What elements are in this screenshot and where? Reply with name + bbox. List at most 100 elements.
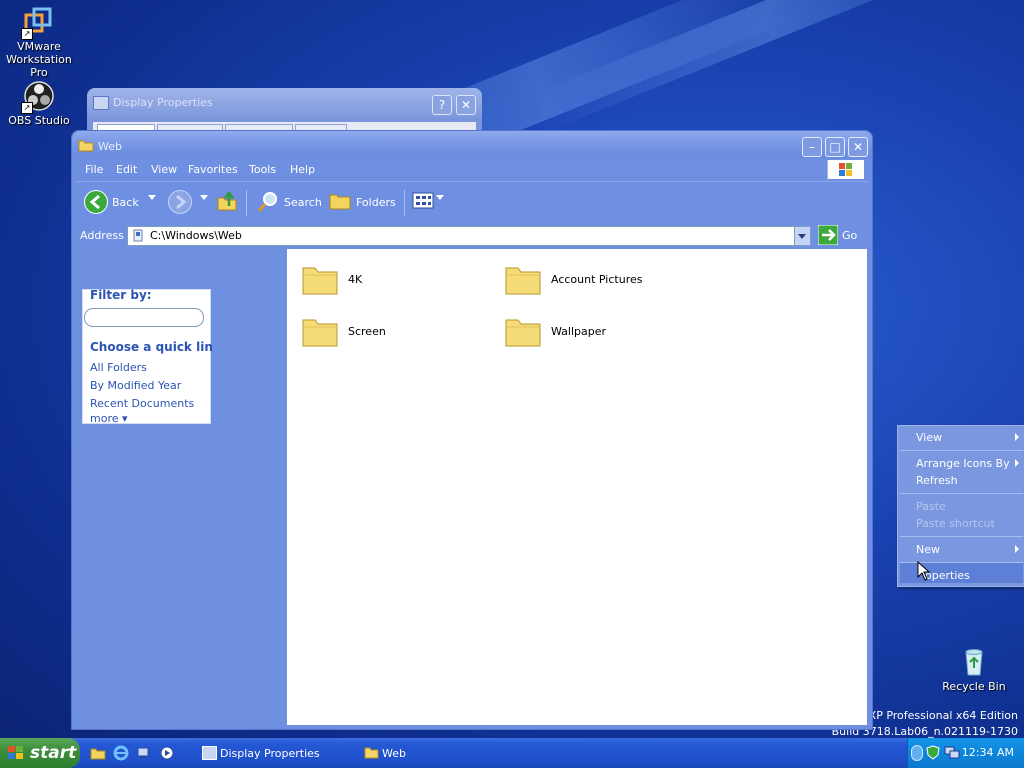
folder-icon: [505, 267, 541, 295]
menu-item-paste-shortcut: Paste shortcut: [916, 517, 995, 530]
desktop-icon-obs[interactable]: ↗ OBS Studio: [1, 80, 77, 127]
folder-icon: [302, 319, 338, 347]
menu-view[interactable]: View: [151, 163, 177, 176]
quick-link-heading: Choose a quick link:: [90, 340, 212, 354]
menu-help[interactable]: Help: [290, 163, 315, 176]
explorer-window[interactable]: Web – □ ✕ File Edit View Favorites Tools…: [71, 130, 873, 730]
filter-panel: Filter by: Choose a quick link: All Fold…: [82, 288, 212, 425]
folder-label: Wallpaper: [551, 325, 607, 338]
windows-flag-icon: [8, 746, 23, 759]
desktop-icon-vmware[interactable]: ↗ VMware Workstation Pro: [1, 6, 77, 79]
desktop-icon-label: Pro: [30, 66, 48, 79]
address-value: C:\Windows\Web: [150, 229, 242, 242]
wallpaper-streak: [530, 0, 1010, 133]
forward-arrow-icon: [168, 190, 192, 214]
obs-icon: ↗: [21, 80, 55, 114]
task-pane: Filter by: Choose a quick link: All Fold…: [76, 249, 287, 725]
menu-separator: [900, 536, 1023, 537]
folder-label: Account Pictures: [551, 273, 643, 286]
window-title: Web: [98, 140, 122, 153]
folder-icon: [505, 319, 541, 347]
file-list-pane[interactable]: 4K Account Pictures Screen Wallpaper: [287, 249, 867, 725]
search-icon: [257, 192, 277, 212]
menu-bar: File Edit View Favorites Tools Help: [76, 159, 868, 181]
media-player-icon[interactable]: [159, 745, 175, 761]
clock[interactable]: 12:34 AM: [962, 746, 1014, 759]
filter-label: Filter by:: [90, 288, 152, 302]
menu-favorites[interactable]: Favorites: [188, 163, 238, 176]
start-label: start: [30, 743, 77, 763]
folder-icon: [302, 267, 338, 295]
forward-history-dropdown[interactable]: [200, 195, 208, 200]
desktop-icon-label: Recycle Bin: [942, 680, 1006, 693]
title-bar[interactable]: Display Properties ? ✕: [87, 88, 482, 118]
standard-toolbar: Back Search Folders: [76, 181, 868, 223]
desktop-icon-recycle-bin[interactable]: Recycle Bin: [936, 646, 1012, 693]
views-icon: [412, 192, 434, 209]
task-label: Web: [382, 747, 406, 760]
go-label: Go: [842, 229, 858, 242]
folder-icon: [78, 140, 94, 152]
security-shield-icon[interactable]: [926, 745, 940, 760]
internet-explorer-icon[interactable]: [113, 745, 129, 761]
vmware-icon: ↗: [21, 6, 55, 40]
folders-button[interactable]: Folders: [328, 190, 396, 216]
up-folder-icon: [217, 190, 237, 211]
folders-label: Folders: [356, 196, 396, 209]
link-recent-documents[interactable]: Recent Documents: [90, 397, 194, 410]
back-label: Back: [112, 196, 139, 209]
menu-separator: [900, 450, 1023, 451]
menu-item-properties[interactable]: operties: [925, 569, 970, 582]
maximize-button[interactable]: □: [825, 137, 845, 157]
menu-item-view[interactable]: View: [916, 431, 942, 444]
window-title: Display Properties: [113, 96, 213, 109]
chevron-right-icon: [1015, 459, 1019, 467]
menu-edit[interactable]: Edit: [116, 163, 137, 176]
folder-label: 4K: [348, 273, 363, 286]
link-all-folders[interactable]: All Folders: [90, 361, 147, 374]
desktop-icon-label: OBS Studio: [8, 114, 70, 127]
menu-item-arrange-icons[interactable]: Arrange Icons By: [916, 457, 1010, 470]
menu-item-new[interactable]: New: [916, 543, 940, 556]
title-bar[interactable]: Web – □ ✕: [72, 131, 872, 159]
menu-item-refresh[interactable]: Refresh: [916, 474, 958, 487]
up-folder-button[interactable]: [216, 190, 238, 216]
menu-separator: [900, 493, 1023, 494]
views-button[interactable]: [412, 190, 434, 216]
address-input[interactable]: C:\Windows\Web: [127, 226, 811, 246]
address-dropdown-button[interactable]: [794, 227, 810, 245]
start-button[interactable]: start: [0, 738, 80, 768]
filter-input[interactable]: [84, 308, 204, 327]
menu-tools[interactable]: Tools: [249, 163, 276, 176]
go-arrow-icon: [818, 225, 838, 245]
help-button[interactable]: ?: [432, 95, 452, 115]
link-more[interactable]: more ▾: [90, 412, 128, 425]
close-button[interactable]: ✕: [848, 137, 868, 157]
forward-button[interactable]: [168, 190, 194, 216]
back-history-dropdown[interactable]: [148, 195, 156, 200]
menu-file[interactable]: File: [85, 163, 103, 176]
menu-item-paste: Paste: [916, 500, 946, 513]
address-label: Address: [80, 229, 124, 242]
recycle-bin-icon: [958, 646, 990, 678]
chevron-right-icon: [1015, 545, 1019, 553]
show-desktop-icon[interactable]: [90, 745, 106, 761]
taskbar-button-display-properties[interactable]: Display Properties: [200, 741, 350, 765]
tray-collapse-chevron[interactable]: [911, 745, 923, 761]
system-tray: 12:34 AM: [907, 738, 1024, 768]
windows-logo-icon: [827, 160, 864, 179]
desktop-icon-label: VMware: [17, 40, 61, 53]
search-button[interactable]: Search: [256, 190, 322, 216]
address-bar: Address C:\Windows\Web Go: [76, 222, 868, 248]
taskbar-button-web[interactable]: Web: [362, 741, 512, 765]
network-tray-icon[interactable]: [944, 745, 960, 760]
network-icon[interactable]: [136, 745, 152, 761]
close-button[interactable]: ✕: [456, 95, 476, 115]
minimize-button[interactable]: –: [802, 137, 822, 157]
views-dropdown[interactable]: [436, 195, 444, 200]
link-by-modified-year[interactable]: By Modified Year: [90, 379, 181, 392]
folders-icon: [329, 194, 351, 210]
back-button[interactable]: Back: [84, 190, 139, 216]
taskbar: start Display Properties Web 12:34 AM: [0, 738, 1024, 768]
folder-label: Screen: [348, 325, 386, 338]
